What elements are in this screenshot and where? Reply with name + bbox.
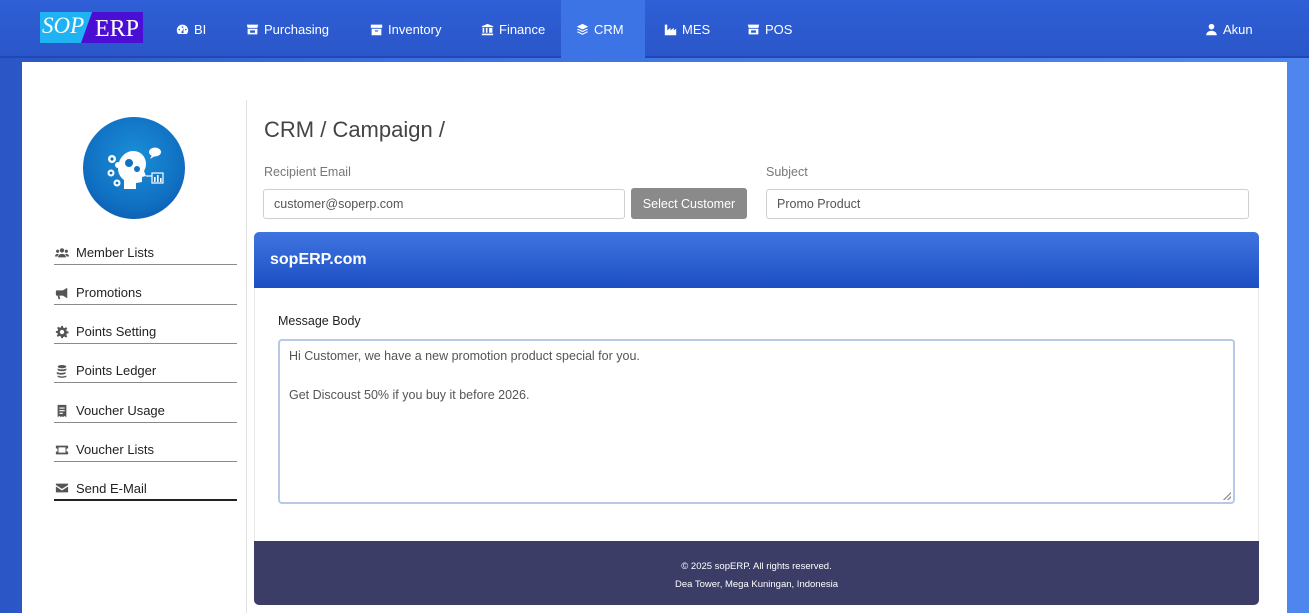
- crm-avatar: [83, 117, 185, 219]
- industry-icon: [664, 24, 677, 35]
- subject-input[interactable]: Promo Product: [766, 189, 1249, 219]
- receipt-icon: [57, 404, 67, 417]
- page-title: CRM / Campaign /: [264, 117, 445, 142]
- nav-item-bi[interactable]: BI: [161, 0, 221, 58]
- sidebar-item-label: Voucher Usage: [76, 403, 165, 418]
- sidebar-item-label: Voucher Lists: [76, 442, 155, 457]
- nav-item-finance[interactable]: Finance: [466, 0, 560, 58]
- gear-icon: [55, 325, 69, 338]
- nav-label: MES: [682, 21, 711, 37]
- sidebar-item-points-setting[interactable]: Points Setting: [54, 320, 237, 344]
- email-header: sopERP.com: [254, 232, 1259, 288]
- account-label: Akun: [1223, 21, 1253, 37]
- store-icon: [747, 24, 760, 34]
- message-body-textarea[interactable]: Hi Customer, we have a new promotion pro…: [278, 339, 1235, 504]
- layers-icon: [576, 23, 589, 35]
- head-gears-icon: [107, 147, 164, 189]
- sidebar-item-label: Promotions: [76, 285, 142, 300]
- nav-label: CRM: [594, 21, 624, 37]
- message-line: Get Discoust 50% if you buy it before 20…: [289, 388, 530, 402]
- nav-item-crm[interactable]: CRM: [561, 0, 645, 58]
- nav-label: POS: [765, 21, 793, 37]
- sidebar-item-label: Points Ledger: [76, 363, 157, 378]
- top-navbar: SOP ERP BI Purchasing Inventory Finance …: [0, 0, 1309, 58]
- message-line: [289, 367, 1224, 387]
- footer-copyright: © 2025 sopERP. All rights reserved.: [681, 561, 832, 572]
- nav-label: Inventory: [388, 21, 442, 37]
- sidebar-item-label: Points Setting: [76, 324, 157, 339]
- megaphone-icon: [55, 287, 68, 299]
- message-line: Hi Customer, we have a new promotion pro…: [289, 349, 640, 363]
- sidebar-item-label: Member Lists: [76, 245, 155, 260]
- sidebar-item-label: Send E-Mail: [76, 480, 147, 496]
- nav-item-inventory[interactable]: Inventory: [355, 0, 456, 58]
- ticket-icon: [55, 445, 69, 454]
- sidebar-item-promotions[interactable]: Promotions: [54, 281, 237, 305]
- brand-logo[interactable]: SOP ERP: [40, 12, 143, 43]
- sidebar-item-voucher-usage[interactable]: Voucher Usage: [54, 399, 237, 423]
- bank-icon: [481, 23, 494, 35]
- envelope-icon: [55, 483, 69, 493]
- nav-label: Purchasing: [264, 21, 330, 37]
- account-menu[interactable]: Akun: [1190, 0, 1268, 58]
- sidebar-item-voucher-lists[interactable]: Voucher Lists: [54, 438, 237, 462]
- nav-item-mes[interactable]: MES: [649, 0, 725, 58]
- dashboard-icon: [176, 24, 189, 34]
- sidebar-divider: [246, 100, 247, 613]
- nav-item-purchasing[interactable]: Purchasing: [231, 0, 344, 58]
- email-footer: © 2025 sopERP. All rights reserved. Dea …: [254, 541, 1259, 605]
- users-icon: [55, 247, 69, 257]
- recipient-email-label: Recipient Email: [264, 165, 351, 179]
- nav-item-pos[interactable]: POS: [732, 0, 807, 58]
- nav-label: Finance: [499, 21, 546, 37]
- box-icon: [370, 24, 383, 35]
- sidebar-item-points-ledger[interactable]: Points Ledger: [54, 359, 237, 383]
- footer-address: Dea Tower, Mega Kuningan, Indonesia: [674, 579, 839, 590]
- select-customer-button[interactable]: Select Customer: [631, 188, 747, 219]
- user-icon: [1206, 23, 1217, 35]
- textarea-resize-handle[interactable]: [1223, 492, 1231, 500]
- sidebar-item-member-lists[interactable]: Member Lists: [54, 241, 237, 265]
- coins-icon: [56, 364, 67, 378]
- sidebar-item-send-email[interactable]: Send E-Mail: [54, 477, 237, 501]
- store-icon: [246, 24, 259, 34]
- message-body-label: Message Body: [278, 314, 361, 328]
- nav-label: BI: [194, 21, 207, 37]
- subject-label: Subject: [766, 165, 808, 179]
- recipient-email-input[interactable]: customer@soperp.com: [263, 189, 625, 219]
